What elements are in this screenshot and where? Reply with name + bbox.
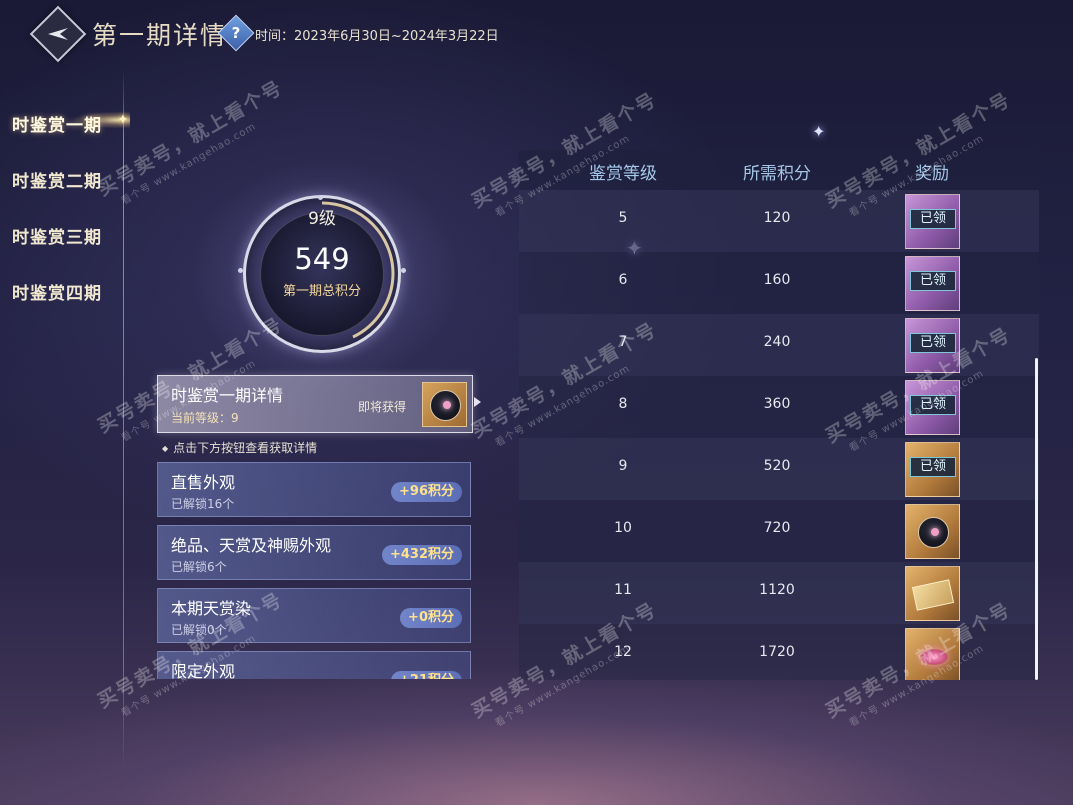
- points-badge: +0积分: [400, 608, 462, 628]
- table-scrollbar[interactable]: [1035, 358, 1038, 680]
- table-row: 5 120 已领: [519, 190, 1039, 252]
- back-arrow-icon: [48, 28, 68, 40]
- effect-icon: [920, 649, 948, 665]
- category-title: 绝品、天赏及神赐外观: [171, 536, 332, 555]
- detail-title: 时鉴赏一期详情: [171, 386, 284, 405]
- upcoming-reward-icon: [422, 382, 467, 427]
- row-level: 7: [618, 334, 628, 350]
- row-level: 10: [614, 520, 632, 536]
- category-list: 直售外观 已解锁16个 +96积分 绝品、天赏及神赐外观 已解锁6个 +432积…: [157, 462, 473, 679]
- header-reward: 奖励: [915, 164, 949, 184]
- active-star-icon: ✦: [117, 112, 129, 128]
- category-item[interactable]: 绝品、天赏及神赐外观 已解锁6个 +432积分: [157, 525, 471, 580]
- claimed-badge: 已领: [910, 457, 956, 477]
- nav-divider: [123, 70, 124, 770]
- header: 第一期详情 ? 时间：2023年6月30日~2024年3月22日: [0, 0, 1073, 70]
- table-row: 7 240 已领: [519, 314, 1039, 376]
- reward-item-icon[interactable]: 已领: [905, 194, 960, 249]
- table-row: 12 1720: [519, 624, 1039, 680]
- header-level: 鉴赏等级: [589, 164, 657, 184]
- row-level: 11: [614, 582, 632, 598]
- hint-text: 点击下方按钮查看获取详情: [162, 439, 317, 456]
- medal-dot: [318, 195, 323, 200]
- table-rows[interactable]: 5 120 已领 6 160 已领 7 240 已领 8 360 已领 9 520 已领 10 720 11 112…: [519, 190, 1039, 680]
- row-level: 8: [618, 396, 628, 412]
- medal-dot: [401, 268, 406, 273]
- medal-dot: [238, 268, 243, 273]
- row-score: 160: [763, 272, 791, 288]
- row-score: 720: [763, 520, 791, 536]
- table-row: 8 360 已领: [519, 376, 1039, 438]
- row-score: 520: [763, 458, 791, 474]
- back-button[interactable]: [29, 5, 87, 63]
- reward-item-icon[interactable]: 已领: [905, 318, 960, 373]
- category-title: 本期天赏染: [171, 599, 252, 618]
- period-detail-card[interactable]: 时鉴赏一期详情 当前等级：9 即将获得: [157, 375, 473, 433]
- row-level: 12: [614, 644, 632, 660]
- table-row: 6 160 已领: [519, 252, 1039, 314]
- page-title: 第一期详情: [92, 21, 228, 50]
- row-score: 1120: [759, 582, 795, 598]
- row-level: 5: [618, 210, 628, 226]
- category-unlocked: 已解锁0个: [171, 623, 227, 637]
- table-row: 9 520 已领: [519, 438, 1039, 500]
- row-score: 120: [763, 210, 791, 226]
- pointer-arrow-icon: [474, 397, 481, 407]
- upcoming-label: 即将获得: [358, 400, 407, 414]
- current-level: 当前等级：9: [171, 411, 239, 425]
- time-range: 时间：2023年6月30日~2024年3月22日: [255, 29, 499, 44]
- table-row: 11 1120: [519, 562, 1039, 624]
- row-score: 360: [763, 396, 791, 412]
- row-score: 1720: [759, 644, 795, 660]
- reward-item-icon[interactable]: [905, 566, 960, 621]
- category-item[interactable]: 本期天赏染 已解锁0个 +0积分: [157, 588, 471, 643]
- claimed-badge: 已领: [910, 395, 956, 415]
- claimed-badge: 已领: [910, 271, 956, 291]
- total-score: 549: [294, 242, 350, 276]
- row-level: 6: [618, 272, 628, 288]
- category-unlocked: 已解锁6个: [171, 560, 227, 574]
- table-row: 10 720: [519, 500, 1039, 562]
- reward-item-icon[interactable]: [905, 628, 960, 680]
- reward-item-icon[interactable]: 已领: [905, 256, 960, 311]
- claimed-badge: 已领: [910, 209, 956, 229]
- orb-icon: [918, 517, 949, 548]
- row-score: 240: [763, 334, 791, 350]
- reward-table: 鉴赏等级 所需积分 奖励 5 120 已领 6 160 已领 7 240 已领 8 360 已领 9 52…: [519, 150, 1039, 680]
- category-title: 直售外观: [171, 473, 236, 492]
- category-item[interactable]: 限定外观 +21积分: [157, 651, 471, 679]
- reward-item-icon[interactable]: [905, 504, 960, 559]
- row-level: 9: [618, 458, 628, 474]
- nav-item-period-2[interactable]: 时鉴赏二期: [12, 167, 102, 192]
- points-badge: +96积分: [391, 482, 462, 502]
- category-item[interactable]: 直售外观 已解锁16个 +96积分: [157, 462, 471, 517]
- reward-item-icon[interactable]: 已领: [905, 442, 960, 497]
- medal-level: 9级: [308, 209, 336, 229]
- points-badge: +21积分: [391, 671, 462, 679]
- reward-item-icon[interactable]: 已领: [905, 380, 960, 435]
- table-header: 鉴赏等级 所需积分 奖励: [519, 150, 1039, 190]
- claimed-badge: 已领: [910, 333, 956, 353]
- nav-item-period-4[interactable]: 时鉴赏四期: [12, 279, 102, 304]
- nav-item-period-3[interactable]: 时鉴赏三期: [12, 223, 102, 248]
- category-unlocked: 已解锁16个: [171, 497, 235, 511]
- ticket-icon: [911, 579, 955, 611]
- nav-item-period-1[interactable]: 时鉴赏一期: [12, 111, 102, 136]
- points-badge: +432积分: [381, 545, 462, 565]
- category-title: 限定外观: [171, 662, 236, 679]
- star-decoration: ✦: [812, 122, 826, 141]
- header-score: 所需积分: [743, 164, 811, 184]
- total-score-caption: 第一期总积分: [282, 284, 361, 299]
